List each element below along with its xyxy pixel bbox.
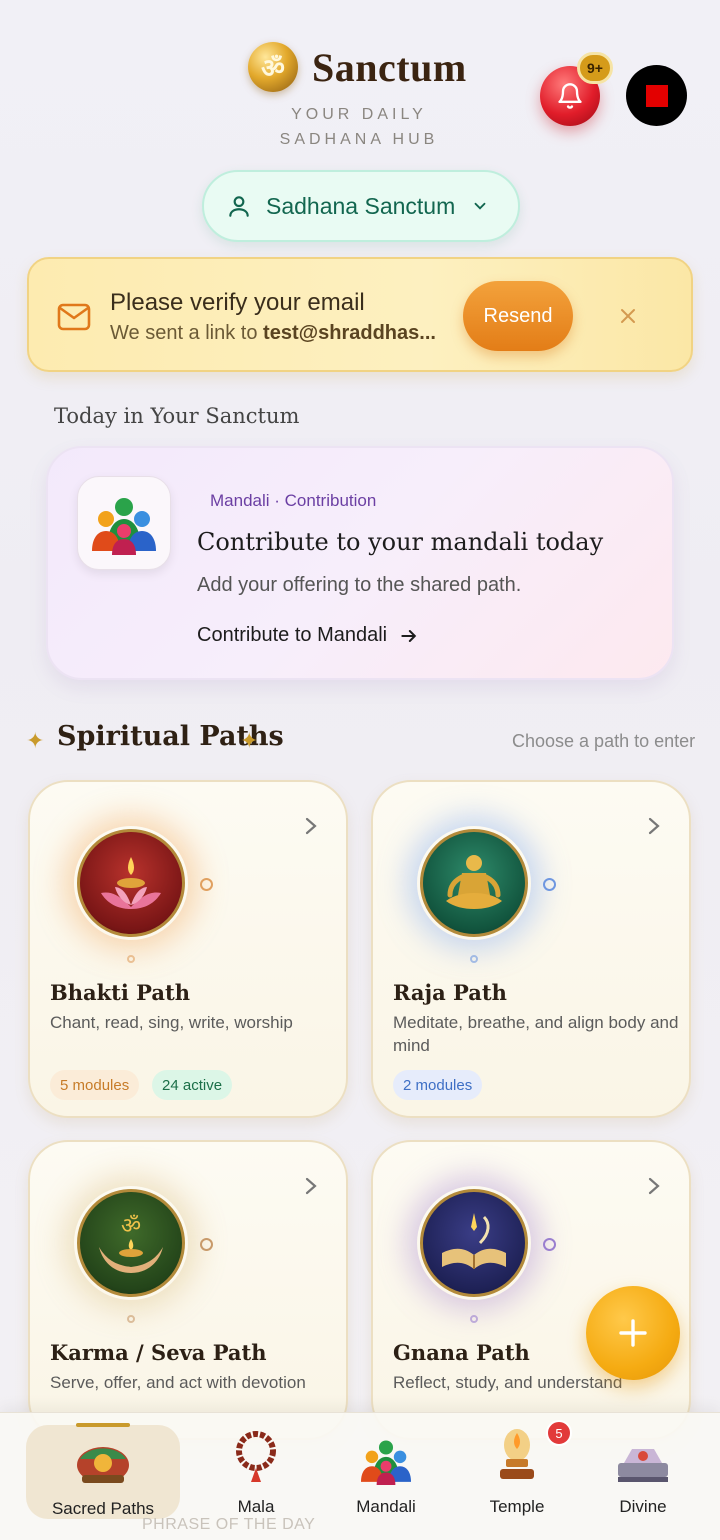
verify-subtitle: We sent a link to test@shraddhas... <box>110 322 440 345</box>
chevron-right-icon <box>305 1177 317 1195</box>
temple-badge: 5 <box>546 1420 572 1446</box>
contribute-link[interactable]: Contribute to Mandali <box>197 624 419 647</box>
nav-label: Temple <box>489 1497 545 1516</box>
verify-title: Please verify your email <box>110 289 365 316</box>
chevron-down-icon <box>474 202 486 210</box>
om-logo-icon: ॐ <box>248 42 298 92</box>
verify-email-address: test@shraddhas... <box>263 322 436 344</box>
chevron-right-icon <box>648 1177 660 1195</box>
decor-dot <box>200 1238 213 1251</box>
today-tag: Mandali · Contribution <box>210 491 377 510</box>
nav-sacred-paths[interactable]: Sacred Paths <box>26 1425 180 1519</box>
tagline-line2: SADHANA HUB <box>279 131 439 148</box>
nav-label: Mala <box>237 1497 275 1516</box>
active-tab-indicator <box>76 1423 130 1427</box>
nav-label: Divine <box>619 1497 667 1516</box>
close-icon[interactable] <box>618 306 638 326</box>
mail-icon <box>57 303 91 331</box>
card-title: Karma / Seva Path <box>50 1340 267 1365</box>
nav-mala[interactable]: Mala <box>191 1423 321 1523</box>
active-chip: 24 active <box>152 1070 233 1100</box>
stop-recording-button[interactable] <box>626 65 687 126</box>
decor-dot <box>543 878 556 891</box>
path-card-raja[interactable]: Raja Path Meditate, breathe, and align b… <box>371 780 691 1118</box>
decor-dot <box>470 955 478 963</box>
chevron-right-icon <box>305 817 317 835</box>
brand: ॐ Sanctum <box>248 42 467 92</box>
decor-dot <box>127 1315 135 1323</box>
notification-count-badge: 9+ <box>577 52 613 84</box>
decor-dot <box>543 1238 556 1251</box>
today-title: Contribute to your mandali today <box>197 528 604 556</box>
verify-subtitle-prefix: We sent a link to <box>110 322 264 344</box>
card-title: Gnana Path <box>393 1340 530 1365</box>
card-title: Raja Path <box>393 980 507 1005</box>
decor-dot <box>127 955 135 963</box>
decor-dot <box>200 878 213 891</box>
plus-icon <box>619 1319 647 1347</box>
app-title: Sanctum <box>312 44 467 90</box>
phrase-of-the-day-peek: PHRASE OF THE DAY <box>142 1516 316 1533</box>
verify-email-banner: Please verify your email We sent a link … <box>27 257 693 372</box>
meditating-figure-icon <box>417 826 531 940</box>
contribute-link-label: Contribute to Mandali <box>197 624 388 646</box>
path-card-bhakti[interactable]: Bhakti Path Chant, read, sing, write, wo… <box>28 780 348 1118</box>
tagline-line1: YOUR DAILY <box>291 106 427 123</box>
sparkle-right-icon: ✦ <box>240 728 259 753</box>
today-description: Add your offering to the shared path. <box>197 574 522 596</box>
offering-hands-icon: ॐ <box>74 1186 188 1300</box>
temple-lamp-icon <box>492 1423 542 1485</box>
divine-altar-icon <box>614 1423 672 1485</box>
sacred-paths-icon <box>72 1425 134 1487</box>
chevron-right-icon <box>648 817 660 835</box>
mala-beads-icon <box>231 1423 281 1485</box>
selector-label: Sadhana Sanctum <box>266 192 456 219</box>
tagline: YOUR DAILY SADHANA HUB <box>200 102 518 152</box>
nav-mandali[interactable]: Mandali <box>321 1423 451 1523</box>
sparkle-left-icon: ✦ <box>26 728 45 753</box>
arrow-right-icon <box>401 629 417 642</box>
nav-label: Mandali <box>356 1497 416 1516</box>
bottom-navigation: Sacred Paths Mala Mandali Temple Divine <box>0 1412 720 1540</box>
spiritual-paths-subtitle: Choose a path to enter <box>512 731 696 751</box>
stop-icon <box>645 84 668 107</box>
path-card-karma-seva[interactable]: ॐ Karma / Seva Path Serve, offer, and ac… <box>28 1140 348 1440</box>
modules-chip: 2 modules <box>393 1070 483 1100</box>
nav-divine[interactable]: Divine <box>578 1423 708 1523</box>
card-description: Serve, offer, and act with devotion <box>50 1373 306 1392</box>
nav-label: Sacred Paths <box>51 1499 155 1518</box>
sacred-book-icon <box>417 1186 531 1300</box>
today-heading: Today in Your Sanctum <box>54 404 300 428</box>
card-description: Meditate, breathe, and align body and mi… <box>393 1013 679 1055</box>
mandali-group-icon <box>356 1423 416 1485</box>
mandali-group-icon <box>77 476 171 570</box>
card-description: Chant, read, sing, write, worship <box>50 1013 293 1032</box>
svg-text:ॐ: ॐ <box>121 1214 141 1239</box>
today-card[interactable]: Mandali · Contribution Contribute to you… <box>46 446 674 680</box>
modules-chip: 5 modules <box>50 1070 140 1100</box>
decor-dot <box>470 1315 478 1323</box>
user-icon <box>229 196 249 217</box>
sanctum-selector[interactable]: Sadhana Sanctum <box>202 170 520 242</box>
card-title: Bhakti Path <box>50 980 190 1005</box>
lotus-lamp-icon <box>74 826 188 940</box>
resend-button[interactable]: Resend <box>463 281 573 351</box>
add-fab-button[interactable] <box>586 1286 680 1380</box>
bell-icon <box>558 83 582 109</box>
